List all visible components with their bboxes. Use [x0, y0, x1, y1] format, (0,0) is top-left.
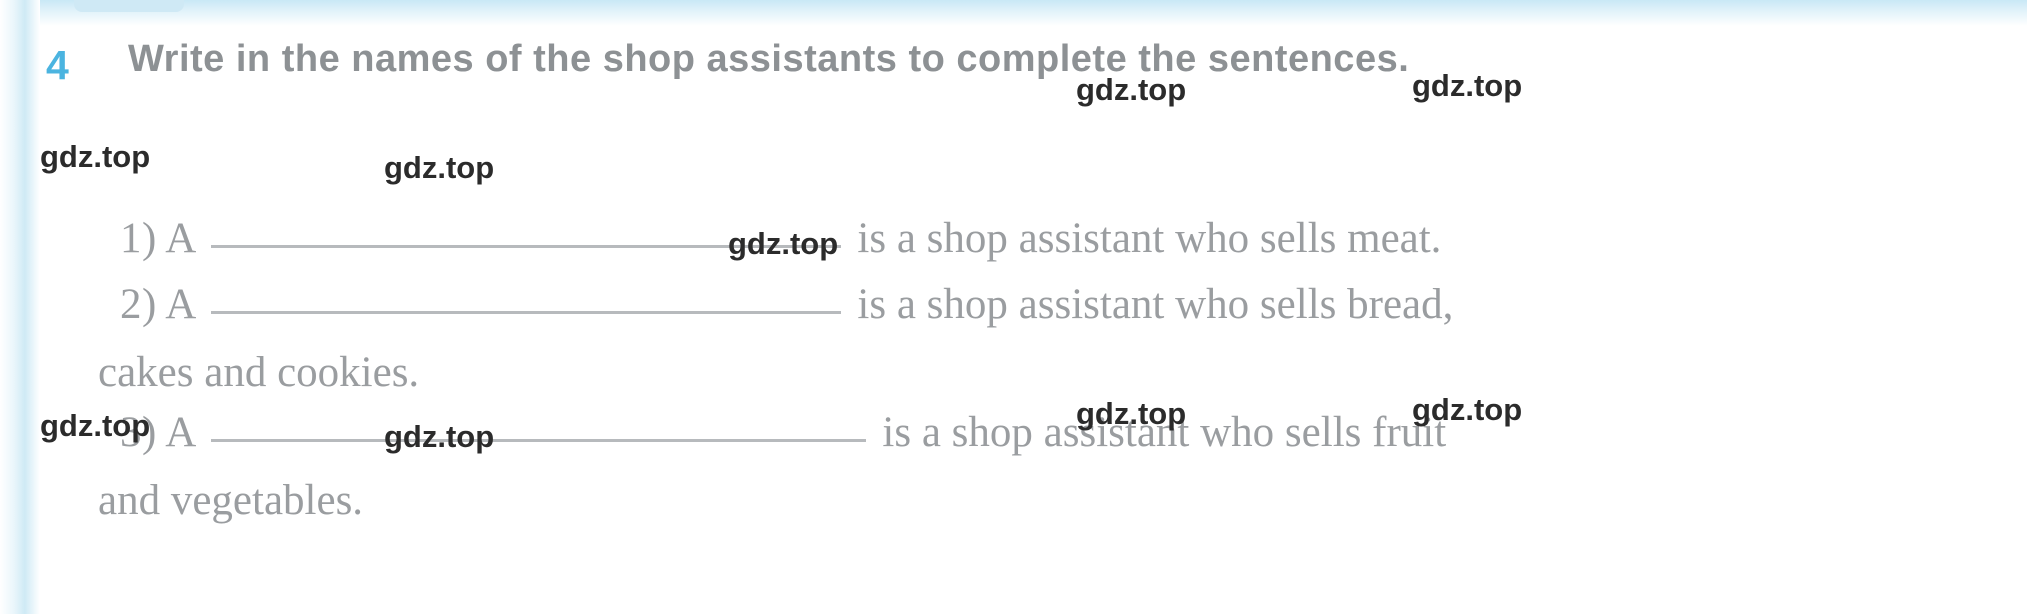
list-item: 3) A is a shop assistant who sells fruit [120, 399, 1446, 466]
item-continuation: cakes and cookies. [98, 349, 420, 396]
answer-blank[interactable] [210, 439, 866, 442]
item-text-before: A [165, 281, 194, 328]
item-continuation: and vegetables. [98, 477, 364, 524]
exercise-number: 4 [46, 42, 69, 88]
watermark: gdz.top [1076, 72, 1187, 107]
watermark: gdz.top [728, 226, 839, 261]
item-text-after: is a shop assistant who sells bread, [857, 281, 1454, 328]
item-marker: 1) [120, 215, 157, 262]
watermark: gdz.top [1412, 68, 1523, 103]
watermark: gdz.top [1076, 396, 1187, 431]
watermark: gdz.top [40, 139, 151, 174]
page-left-edge-tint [0, 0, 40, 614]
watermark: gdz.top [384, 419, 495, 454]
item-text-after: is a shop assistant who sells meat. [857, 215, 1442, 262]
exercise-instruction: Write in the names of the shop assistant… [128, 38, 1410, 80]
item-text-before: A [165, 409, 194, 456]
watermark: gdz.top [1412, 392, 1523, 427]
answer-blank[interactable] [210, 311, 841, 314]
item-marker: 2) [120, 281, 157, 328]
watermark: gdz.top [40, 408, 151, 443]
page-notch [74, 0, 184, 12]
item-text-before: A [165, 215, 194, 262]
watermark: gdz.top [384, 150, 495, 185]
worksheet-page: 4 Write in the names of the shop assista… [0, 0, 2027, 614]
list-item: 2) A is a shop assistant who sells bread… [120, 271, 1453, 338]
page-top-edge-tint [0, 0, 2027, 26]
